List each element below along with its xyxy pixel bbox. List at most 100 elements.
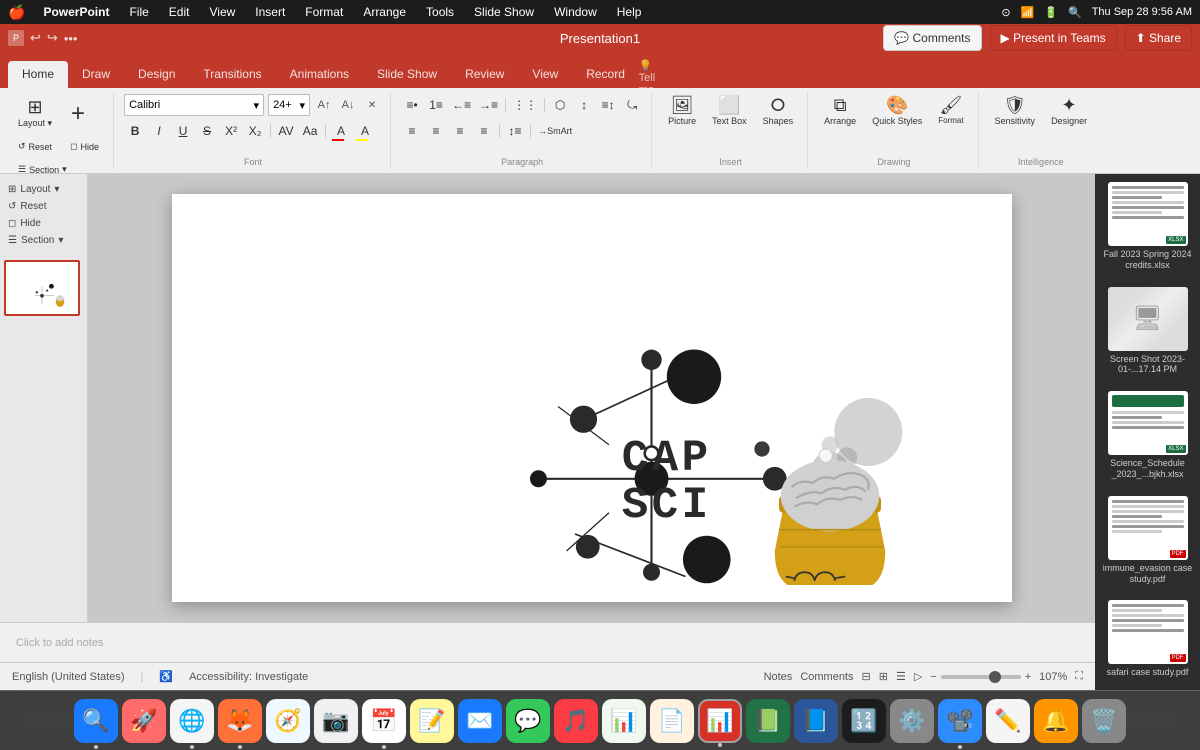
view-menu[interactable]: View (203, 3, 241, 21)
zoom-level[interactable]: 107% (1039, 671, 1067, 683)
arrange-menu[interactable]: Arrange (357, 3, 412, 21)
window-menu[interactable]: Window (548, 3, 603, 21)
increase-font-button[interactable]: A↑ (314, 95, 334, 115)
dock-notifications[interactable]: 🔔 (1034, 699, 1078, 743)
tab-record[interactable]: Record (572, 61, 639, 88)
comments-status-button[interactable]: Comments (800, 671, 853, 683)
redo-button[interactable]: ↪ (47, 30, 58, 46)
dock-chrome[interactable]: 🌐 (170, 699, 214, 743)
dock-trash[interactable]: 🗑️ (1082, 699, 1126, 743)
hide-slide-button[interactable]: ◻ Hide (64, 137, 105, 156)
font-spacing-button[interactable]: AV (275, 120, 297, 142)
hide-ctrl-button[interactable]: ◻ Hide (4, 216, 83, 231)
fit-slide-button[interactable]: ⛶ (1075, 670, 1083, 683)
sensitivity-button[interactable]: 🛡 Sensitivity (989, 92, 1042, 130)
layout-ctrl-button[interactable]: ⊞ Layout ▾ (4, 182, 83, 197)
subscript-button[interactable]: X₂ (244, 120, 266, 142)
align-right-button[interactable]: ≡ (449, 120, 471, 142)
font-size-selector[interactable]: 24+ ▾ (268, 94, 310, 116)
dock-word[interactable]: 📘 (794, 699, 838, 743)
new-slide-button[interactable]: + (60, 96, 96, 132)
tab-view[interactable]: View (518, 61, 572, 88)
dock-mail[interactable]: ✉️ (458, 699, 502, 743)
line-spacing-button[interactable]: ↕≡ (504, 120, 526, 142)
accessibility-status[interactable]: Accessibility: Investigate (189, 671, 308, 683)
format-menu[interactable]: Format (299, 3, 349, 21)
notes-bar[interactable]: Click to add notes (0, 622, 1095, 662)
dock-calendar[interactable]: 📅 (362, 699, 406, 743)
font-selector[interactable]: Calibri ▾ (124, 94, 264, 116)
dock-photos[interactable]: 📷 (314, 699, 358, 743)
slideshow-menu[interactable]: Slide Show (468, 3, 540, 21)
undo-button[interactable]: ↩ (30, 30, 41, 46)
bold-button[interactable]: B (124, 120, 146, 142)
dock-settings[interactable]: ⚙️ (890, 699, 934, 743)
app-name-menu[interactable]: PowerPoint (37, 3, 115, 21)
dock-messages[interactable]: 💬 (506, 699, 550, 743)
justify-button[interactable]: ≡ (473, 120, 495, 142)
search-icon[interactable]: 🔍 (1068, 6, 1082, 19)
file-menu[interactable]: File (123, 3, 154, 21)
file-item-2[interactable]: 🖥 Screen Shot 2023-01-...17.14 PM (1099, 283, 1196, 380)
zoom-out-icon[interactable]: − (930, 671, 936, 683)
designer-button[interactable]: ✦ Designer (1045, 92, 1093, 130)
clear-format-button[interactable]: ✕ (362, 95, 382, 115)
zoom-control[interactable]: − + (930, 671, 1031, 683)
slide-thumbnail-1[interactable] (4, 260, 80, 316)
reset-button[interactable]: ↺ Reset (12, 137, 58, 156)
shapes-button[interactable]: ⭘ Shapes (757, 92, 800, 130)
picture-button[interactable]: 🖼 Picture (662, 92, 702, 130)
align-center-button[interactable]: ≡ (425, 120, 447, 142)
zoom-slider[interactable] (941, 675, 1021, 679)
dock-excel[interactable]: 📗 (746, 699, 790, 743)
tab-transitions[interactable]: Transitions (189, 61, 275, 88)
arrange-button[interactable]: ⧉ Arrange (818, 92, 862, 130)
decrease-indent-button[interactable]: ←≡ (449, 94, 474, 116)
superscript-button[interactable]: X² (220, 120, 242, 142)
tab-animations[interactable]: Animations (276, 61, 363, 88)
increase-indent-button[interactable]: →≡ (476, 94, 501, 116)
quick-styles-button[interactable]: 🎨 Quick Styles (866, 92, 928, 130)
bullets-button[interactable]: ≡• (401, 94, 423, 116)
convert-smartart-button[interactable]: ⤿ (621, 94, 643, 116)
dock-powerpoint[interactable]: 📊 (698, 699, 742, 743)
dock-firefox[interactable]: 🦊 (218, 699, 262, 743)
help-menu[interactable]: Help (611, 3, 648, 21)
file-item-1[interactable]: XLSX Fall 2023 Spring 2024 credits.xlsx (1099, 178, 1196, 275)
dock-notes[interactable]: 📝 (410, 699, 454, 743)
add-smartart-button[interactable]: ⬡ (549, 94, 571, 116)
insert-menu[interactable]: Insert (249, 3, 291, 21)
view-normal-button[interactable]: ⊟ (862, 670, 871, 683)
strikethrough-button[interactable]: S (196, 120, 218, 142)
text-box-button[interactable]: ⬜ Text Box (706, 92, 753, 130)
language-status[interactable]: English (United States) (12, 671, 125, 683)
highlight-button[interactable]: A (354, 120, 376, 142)
slide-canvas[interactable]: CAP SCI (172, 194, 1012, 602)
text-direction-button[interactable]: ↕ (573, 94, 595, 116)
tab-design[interactable]: Design (124, 61, 189, 88)
edit-menu[interactable]: Edit (163, 3, 196, 21)
tell-me-button[interactable]: 💡 Tell me (639, 66, 655, 88)
dock-finder[interactable]: 🔍 (74, 699, 118, 743)
tab-slideshow[interactable]: Slide Show (363, 61, 451, 88)
file-item-5[interactable]: PDF safari case study.pdf (1099, 596, 1196, 682)
dock-music[interactable]: 🎵 (554, 699, 598, 743)
file-item-3[interactable]: XLSX Science_Schedule _2023_...bjkh.xlsx (1099, 387, 1196, 484)
view-slide-sorter-button[interactable]: ⊞ (879, 670, 888, 683)
dock-safari[interactable]: 🧭 (266, 699, 310, 743)
control-center-icon[interactable]: ⊙ (1001, 6, 1010, 19)
decrease-font-button[interactable]: A↓ (338, 95, 358, 115)
tools-menu[interactable]: Tools (420, 3, 460, 21)
comments-button[interactable]: 💬 Comments (883, 25, 981, 51)
align-text-button[interactable]: ≡↕ (597, 94, 619, 116)
dock-zoom[interactable]: 📽️ (938, 699, 982, 743)
reset-ctrl-button[interactable]: ↺ Reset (4, 199, 83, 214)
dock-calculator[interactable]: 🔢 (842, 699, 886, 743)
file-item-4[interactable]: PDF immune_evasion case study.pdf (1099, 492, 1196, 589)
dock-pages[interactable]: 📄 (650, 699, 694, 743)
numbering-button[interactable]: 1≡ (425, 94, 447, 116)
tab-draw[interactable]: Draw (68, 61, 124, 88)
align-left-button[interactable]: ≡ (401, 120, 423, 142)
apple-icon[interactable]: 🍎 (8, 4, 25, 21)
dock-launchpad[interactable]: 🚀 (122, 699, 166, 743)
